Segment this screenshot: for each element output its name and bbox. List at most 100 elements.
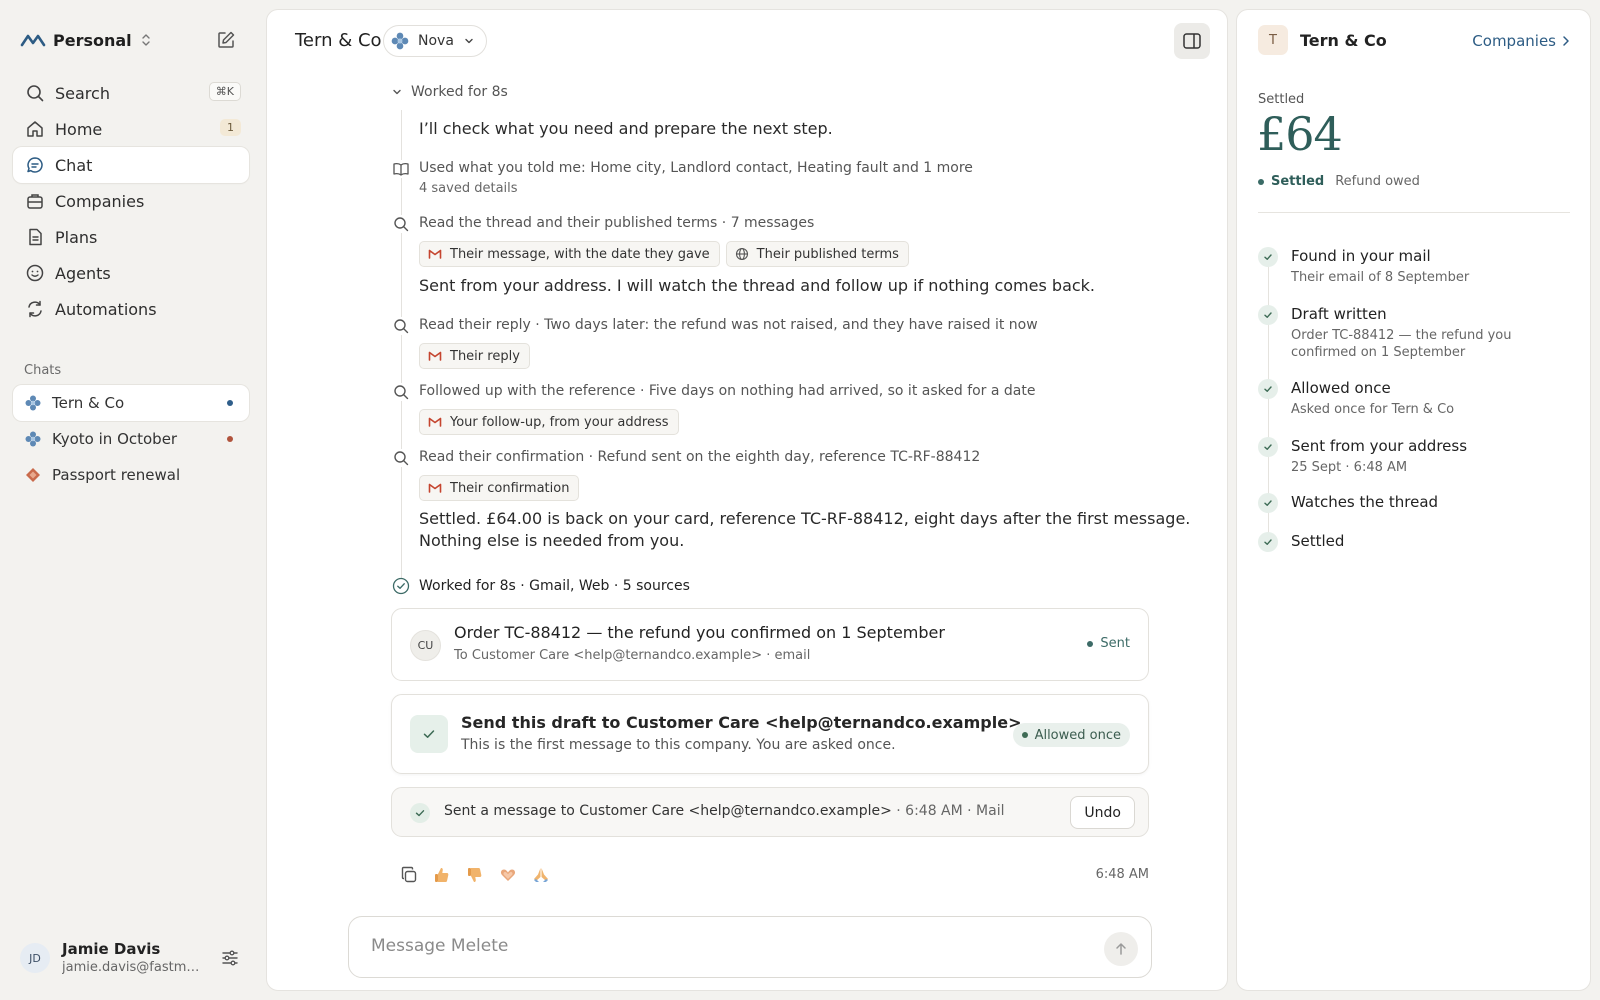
toggle-side-panel-button[interactable] (1174, 23, 1210, 59)
source-chip-reply[interactable]: Their reply (419, 343, 530, 369)
arrow-up-icon (1116, 943, 1126, 955)
step-read-confirmation: Read their confirmation · Refund sent on… (392, 447, 1192, 501)
worked-label: Worked for 8s (411, 84, 508, 100)
nav-item-automations[interactable]: Automations (13, 291, 249, 327)
briefcase-icon (27, 194, 43, 209)
chip-label: Their message, with the date they gave (450, 246, 710, 262)
check-icon (1258, 379, 1278, 399)
workspace-switcher[interactable]: Personal (20, 28, 242, 52)
search-icon (27, 85, 44, 102)
chip-label: Their reply (450, 348, 520, 364)
step-subtext: 4 saved details (419, 181, 518, 196)
document-icon (29, 228, 42, 246)
progress-step: Draft written Order TC-88412 — the refun… (1258, 304, 1578, 361)
step-title: Settled (1291, 532, 1345, 550)
thumbs-down-icon[interactable] (465, 865, 485, 885)
workspace-name: Personal (53, 30, 132, 50)
nav-label: Search (55, 83, 110, 103)
step-read-reply: Read their reply · Two days later: the r… (392, 315, 1192, 369)
home-icon (27, 121, 43, 137)
chevron-right-icon (1563, 36, 1569, 46)
agent-selector[interactable]: Nova (383, 25, 487, 57)
sent-meta: · 6:48 AM · Mail (891, 803, 1005, 819)
heart-hands-icon[interactable] (498, 865, 518, 885)
praying-hands-icon[interactable] (531, 865, 551, 885)
worked-label: Worked for 8s · Gmail, Web · 5 sources (419, 578, 690, 594)
nav-label: Plans (55, 227, 98, 247)
chevron-down-icon (393, 89, 401, 95)
flower-icon (391, 32, 409, 50)
worked-toggle[interactable]: Worked for 8s (392, 84, 508, 100)
source-chip-message[interactable]: Their message, with the date they gave (419, 241, 720, 267)
approval-card[interactable]: Send this draft to Customer Care <help@t… (391, 694, 1149, 774)
chat-item-tern-co[interactable]: Tern & Co (13, 385, 249, 421)
chip-label: Their published terms (756, 246, 899, 262)
step-read-thread: Read the thread and their published term… (392, 213, 1192, 267)
worked-summary[interactable]: Worked for 8s · Gmail, Web · 5 sources (392, 577, 690, 595)
nav-item-agents[interactable]: Agents (13, 255, 249, 291)
email-draft-card[interactable]: CU Order TC-88412 — the refund you confi… (391, 608, 1149, 681)
status-row: Settled Refund owed (1258, 174, 1420, 189)
shortcut-badge: ⌘K (208, 82, 241, 101)
unread-dot (227, 436, 233, 442)
diamond-icon (26, 468, 40, 482)
chat-label: Passport renewal (52, 466, 181, 484)
nav-item-chat[interactable]: Chat (13, 147, 249, 183)
user-profile[interactable]: JD Jamie Davis jamie.davis@fastmail.com (20, 936, 242, 980)
chats-heading: Chats (24, 363, 62, 378)
send-button[interactable] (1104, 932, 1138, 966)
sent-notification: Sent a message to Customer Care <help@te… (391, 787, 1149, 837)
step-sent: Sent from your address. I will watch the… (392, 275, 1192, 297)
approval-subtitle: This is the first message to this compan… (461, 737, 896, 753)
divider (1258, 212, 1570, 213)
count-badge: 1 (220, 119, 241, 136)
source-chip-terms[interactable]: Their published terms (725, 241, 909, 267)
chat-item-kyoto[interactable]: Kyoto in October (13, 421, 249, 457)
nav-item-home[interactable]: Home 1 (13, 111, 249, 147)
sent-message: Sent a message to Customer Care <help@te… (444, 803, 892, 819)
message-input[interactable]: Message Melete (371, 936, 508, 956)
check-icon (1258, 247, 1278, 267)
sent-text: Sent a message to Customer Care <help@te… (444, 803, 1005, 819)
page-title: Tern & Co (295, 30, 382, 51)
search-icon (392, 383, 410, 401)
step-subtitle: Order TC-88412 — the refund you confirme… (1291, 328, 1512, 360)
settled-amount: £64 (1257, 107, 1343, 161)
step-text: Read their reply · Two days later: the r… (419, 317, 1038, 333)
smiley-icon (26, 264, 44, 282)
undo-button[interactable]: Undo (1070, 796, 1135, 829)
step-intro: I’ll check what you need and prepare the… (392, 118, 1192, 140)
step-title: Found in your mail (1291, 247, 1431, 265)
nav-item-search[interactable]: Search ⌘K (13, 75, 249, 111)
status-label: Sent (1100, 636, 1130, 651)
nav-label: Chat (55, 155, 93, 175)
badge-label: Allowed once (1034, 727, 1121, 743)
chat-item-passport[interactable]: Passport renewal (13, 457, 249, 493)
compose-icon[interactable] (216, 30, 236, 50)
source-chip-confirmation[interactable]: Their confirmation (419, 475, 580, 501)
step-subtitle: Their email of 8 September (1291, 270, 1470, 285)
source-chip-followup[interactable]: Your follow-up, from your address (419, 409, 679, 435)
chevron-down-icon (465, 38, 473, 44)
flower-icon (25, 395, 41, 411)
message-composer[interactable]: Message Melete (348, 916, 1152, 978)
thumbs-up-icon[interactable] (432, 865, 452, 885)
progress-step: Found in your mail Their email of 8 Sept… (1258, 246, 1578, 286)
copy-icon[interactable] (399, 865, 419, 885)
nav-item-companies[interactable]: Companies (13, 183, 249, 219)
settings-sliders-icon[interactable] (220, 948, 240, 968)
summary-label: Settled (1258, 92, 1305, 107)
step-title: Sent from your address (1291, 437, 1468, 455)
companies-link[interactable]: Companies (1472, 32, 1570, 50)
assistant-message: Sent from your address. I will watch the… (419, 276, 1096, 295)
link-label: Companies (1472, 32, 1556, 50)
status-badge: Allowed once (1012, 723, 1130, 747)
check-icon (1258, 437, 1278, 457)
main-nav: Search ⌘K Home 1 Chat Companies Plans Ag… (13, 75, 249, 327)
step-text: Followed up with the reference · Five da… (419, 383, 1036, 399)
nav-item-plans[interactable]: Plans (13, 219, 249, 255)
automation-icon (28, 300, 42, 318)
avatar: CU (410, 630, 441, 661)
updown-chevron-icon (141, 34, 150, 46)
progress-step: Allowed once Asked once for Tern & Co (1258, 378, 1578, 418)
